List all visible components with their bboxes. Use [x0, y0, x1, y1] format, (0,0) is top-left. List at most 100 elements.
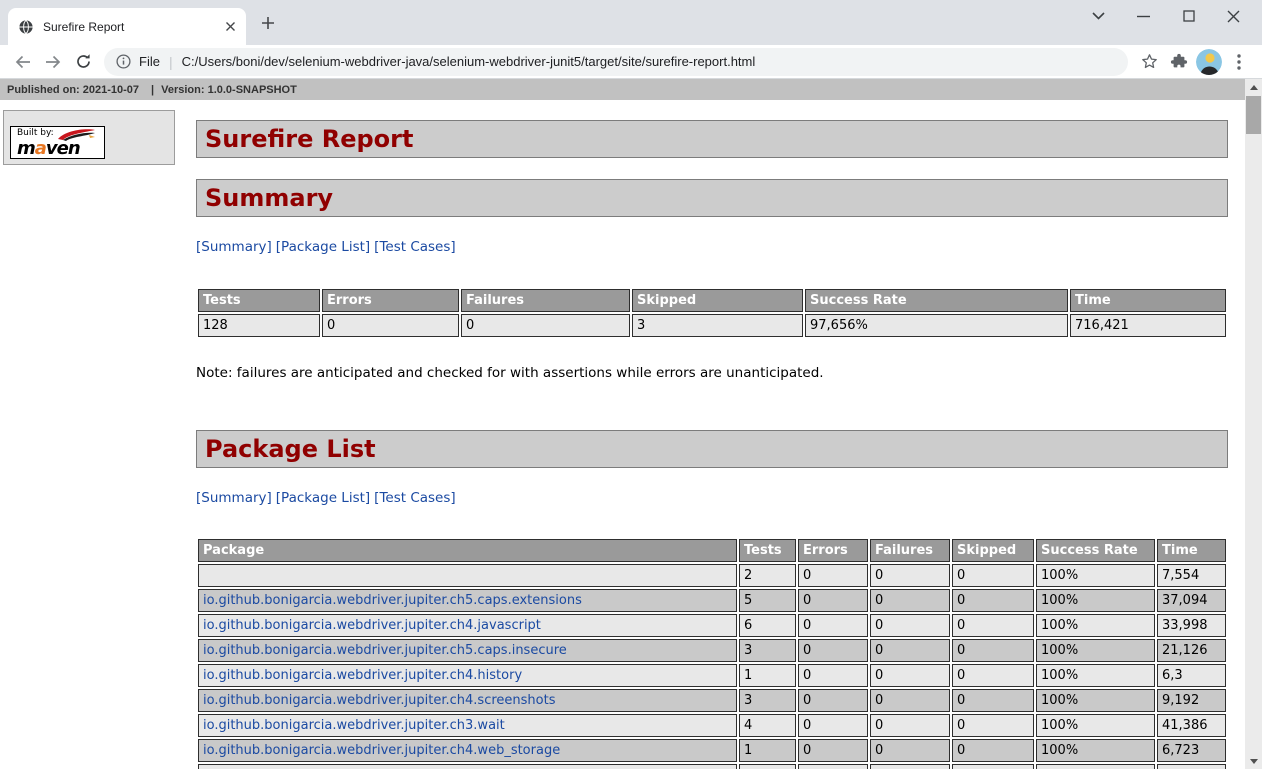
tab-title: Surefire Report [43, 20, 225, 34]
summary-heading: Summary [196, 179, 1228, 217]
package-table-row: io.github.bonigarcia.webdriver.jupiter.c… [198, 714, 1226, 737]
package-skipped-cell: 0 [952, 664, 1034, 687]
package-errors-cell: 0 [798, 639, 868, 662]
package-failures-cell: 0 [870, 664, 950, 687]
profile-avatar[interactable] [1194, 47, 1224, 77]
package-link[interactable]: io.github.bonigarcia.webdriver.jupiter.c… [203, 668, 522, 683]
package-tests-cell: 4 [739, 714, 796, 737]
package-link[interactable]: io.github.bonigarcia.webdriver.jupiter.c… [203, 618, 541, 633]
summary-header-row: TestsErrorsFailuresSkippedSuccess RateTi… [198, 289, 1226, 312]
tab-close-icon[interactable] [225, 21, 236, 32]
toolbar-right-icons [1134, 47, 1254, 77]
nav-link-test-cases[interactable]: [Test Cases] [374, 239, 455, 255]
back-button[interactable] [8, 47, 38, 77]
nav-link-package-list[interactable]: [Package List] [276, 490, 370, 506]
report-page: Built by: maven [0, 100, 1245, 769]
package-column-header: Errors [798, 539, 868, 562]
package-errors-cell: 0 [798, 714, 868, 737]
package-column-header: Tests [739, 539, 796, 562]
report-nav: [Summary][Package List][Test Cases] [196, 490, 1228, 506]
report-main: Surefire Report Summary [Summary][Packag… [196, 100, 1228, 769]
summary-value-cell: 97,656% [805, 314, 1068, 337]
scrollbar-down-arrow[interactable] [1245, 753, 1262, 769]
url-scheme-label: File [139, 54, 160, 69]
window-maximize-button[interactable] [1166, 3, 1211, 29]
address-bar[interactable]: File | C:/Users/boni/dev/selenium-webdri… [104, 48, 1128, 76]
package-name-cell: io.github.bonigarcia.webdriver.jupiter.c… [198, 589, 737, 612]
version-label: Version: 1.0.0-SNAPSHOT [161, 84, 297, 96]
vertical-scrollbar[interactable] [1245, 79, 1262, 769]
package-name-cell: io.github.bonigarcia.webdriver.jupiter.c… [198, 614, 737, 637]
package-name-cell [198, 564, 737, 587]
package-column-header: Package [198, 539, 737, 562]
package-table-row: io.github.bonigarcia.webdriver.jupiter.c… [198, 589, 1226, 612]
summary-column-header: Success Rate [805, 289, 1068, 312]
new-tab-button[interactable] [258, 13, 278, 33]
package-errors-cell: 0 [798, 589, 868, 612]
package-time-cell: 7,554 [1157, 564, 1226, 587]
package-time-cell: 9,192 [1157, 689, 1226, 712]
package-skipped-cell: 0 [952, 764, 1034, 769]
page-title: Surefire Report [196, 120, 1228, 158]
package-link[interactable]: io.github.bonigarcia.webdriver.jupiter.c… [203, 743, 560, 758]
package-time-cell: 6,723 [1157, 739, 1226, 762]
sidebar-banner-box: Built by: maven [3, 110, 175, 165]
extensions-puzzle-icon[interactable] [1164, 47, 1194, 77]
package-tests-cell: 6 [739, 614, 796, 637]
summary-value-cell: 128 [198, 314, 320, 337]
package-success-rate-cell: 100% [1036, 689, 1155, 712]
package-link[interactable]: io.github.bonigarcia.webdriver.jupiter.c… [203, 593, 582, 608]
package-failures-cell: 0 [870, 764, 950, 769]
scrollbar-thumb[interactable] [1246, 96, 1261, 134]
publish-banner: Published on: 2021-10-07 | Version: 1.0.… [0, 79, 1245, 100]
package-link[interactable]: io.github.bonigarcia.webdriver.jupiter.c… [203, 693, 556, 708]
package-table-row: io.github.bonigarcia.webdriver.jupiter.c… [198, 639, 1226, 662]
maven-logo[interactable]: Built by: maven [10, 126, 105, 159]
package-name-cell: io.github.bonigarcia.webdriver.jupiter.c… [198, 764, 737, 769]
summary-note: Note: failures are anticipated and check… [196, 365, 1228, 381]
package-success-rate-cell: 100% [1036, 714, 1155, 737]
nav-link-package-list[interactable]: [Package List] [276, 239, 370, 255]
reload-button[interactable] [68, 47, 98, 77]
browser-menu-icon[interactable] [1224, 47, 1254, 77]
summary-table: TestsErrorsFailuresSkippedSuccess RateTi… [196, 287, 1228, 339]
package-name-cell: io.github.bonigarcia.webdriver.jupiter.c… [198, 664, 737, 687]
forward-button[interactable] [38, 47, 68, 77]
tab-search-chevron-icon[interactable] [1076, 3, 1121, 29]
nav-link-summary[interactable]: [Summary] [196, 490, 272, 506]
package-link[interactable]: io.github.bonigarcia.webdriver.jupiter.c… [203, 718, 505, 733]
package-table-row: 2000100%7,554 [198, 564, 1226, 587]
window-close-button[interactable] [1211, 3, 1256, 29]
package-skipped-cell: 0 [952, 639, 1034, 662]
package-failures-cell: 0 [870, 739, 950, 762]
package-success-rate-cell: 100% [1036, 639, 1155, 662]
window-minimize-button[interactable] [1121, 3, 1166, 29]
package-column-header: Success Rate [1036, 539, 1155, 562]
browser-tab[interactable]: Surefire Report [8, 8, 246, 45]
summary-column-header: Time [1070, 289, 1226, 312]
built-by-label: Built by: [17, 129, 54, 138]
package-failures-cell: 0 [870, 614, 950, 637]
package-success-rate-cell: 100% [1036, 764, 1155, 769]
package-tests-cell: 2 [739, 564, 796, 587]
package-column-header: Skipped [952, 539, 1034, 562]
bookmark-star-icon[interactable] [1134, 47, 1164, 77]
page-info-icon[interactable] [116, 54, 131, 69]
package-failures-cell: 0 [870, 689, 950, 712]
package-link[interactable]: io.github.bonigarcia.webdriver.jupiter.c… [203, 643, 567, 658]
maven-wordmark: maven [17, 141, 100, 157]
package-list-heading: Package List [196, 430, 1228, 468]
package-tests-cell: 2 [739, 764, 796, 769]
package-table-row: io.github.bonigarcia.webdriver.jupiter.c… [198, 764, 1226, 769]
package-success-rate-cell: 100% [1036, 664, 1155, 687]
globe-favicon-icon [18, 19, 34, 35]
scrollbar-up-arrow[interactable] [1245, 79, 1262, 95]
package-time-cell: 41,386 [1157, 714, 1226, 737]
package-time-cell: 21,126 [1157, 639, 1226, 662]
package-failures-cell: 0 [870, 639, 950, 662]
package-skipped-cell: 0 [952, 564, 1034, 587]
package-list-table: PackageTestsErrorsFailuresSkippedSuccess… [196, 537, 1228, 769]
package-errors-cell: 0 [798, 764, 868, 769]
nav-link-test-cases[interactable]: [Test Cases] [374, 490, 455, 506]
nav-link-summary[interactable]: [Summary] [196, 239, 272, 255]
